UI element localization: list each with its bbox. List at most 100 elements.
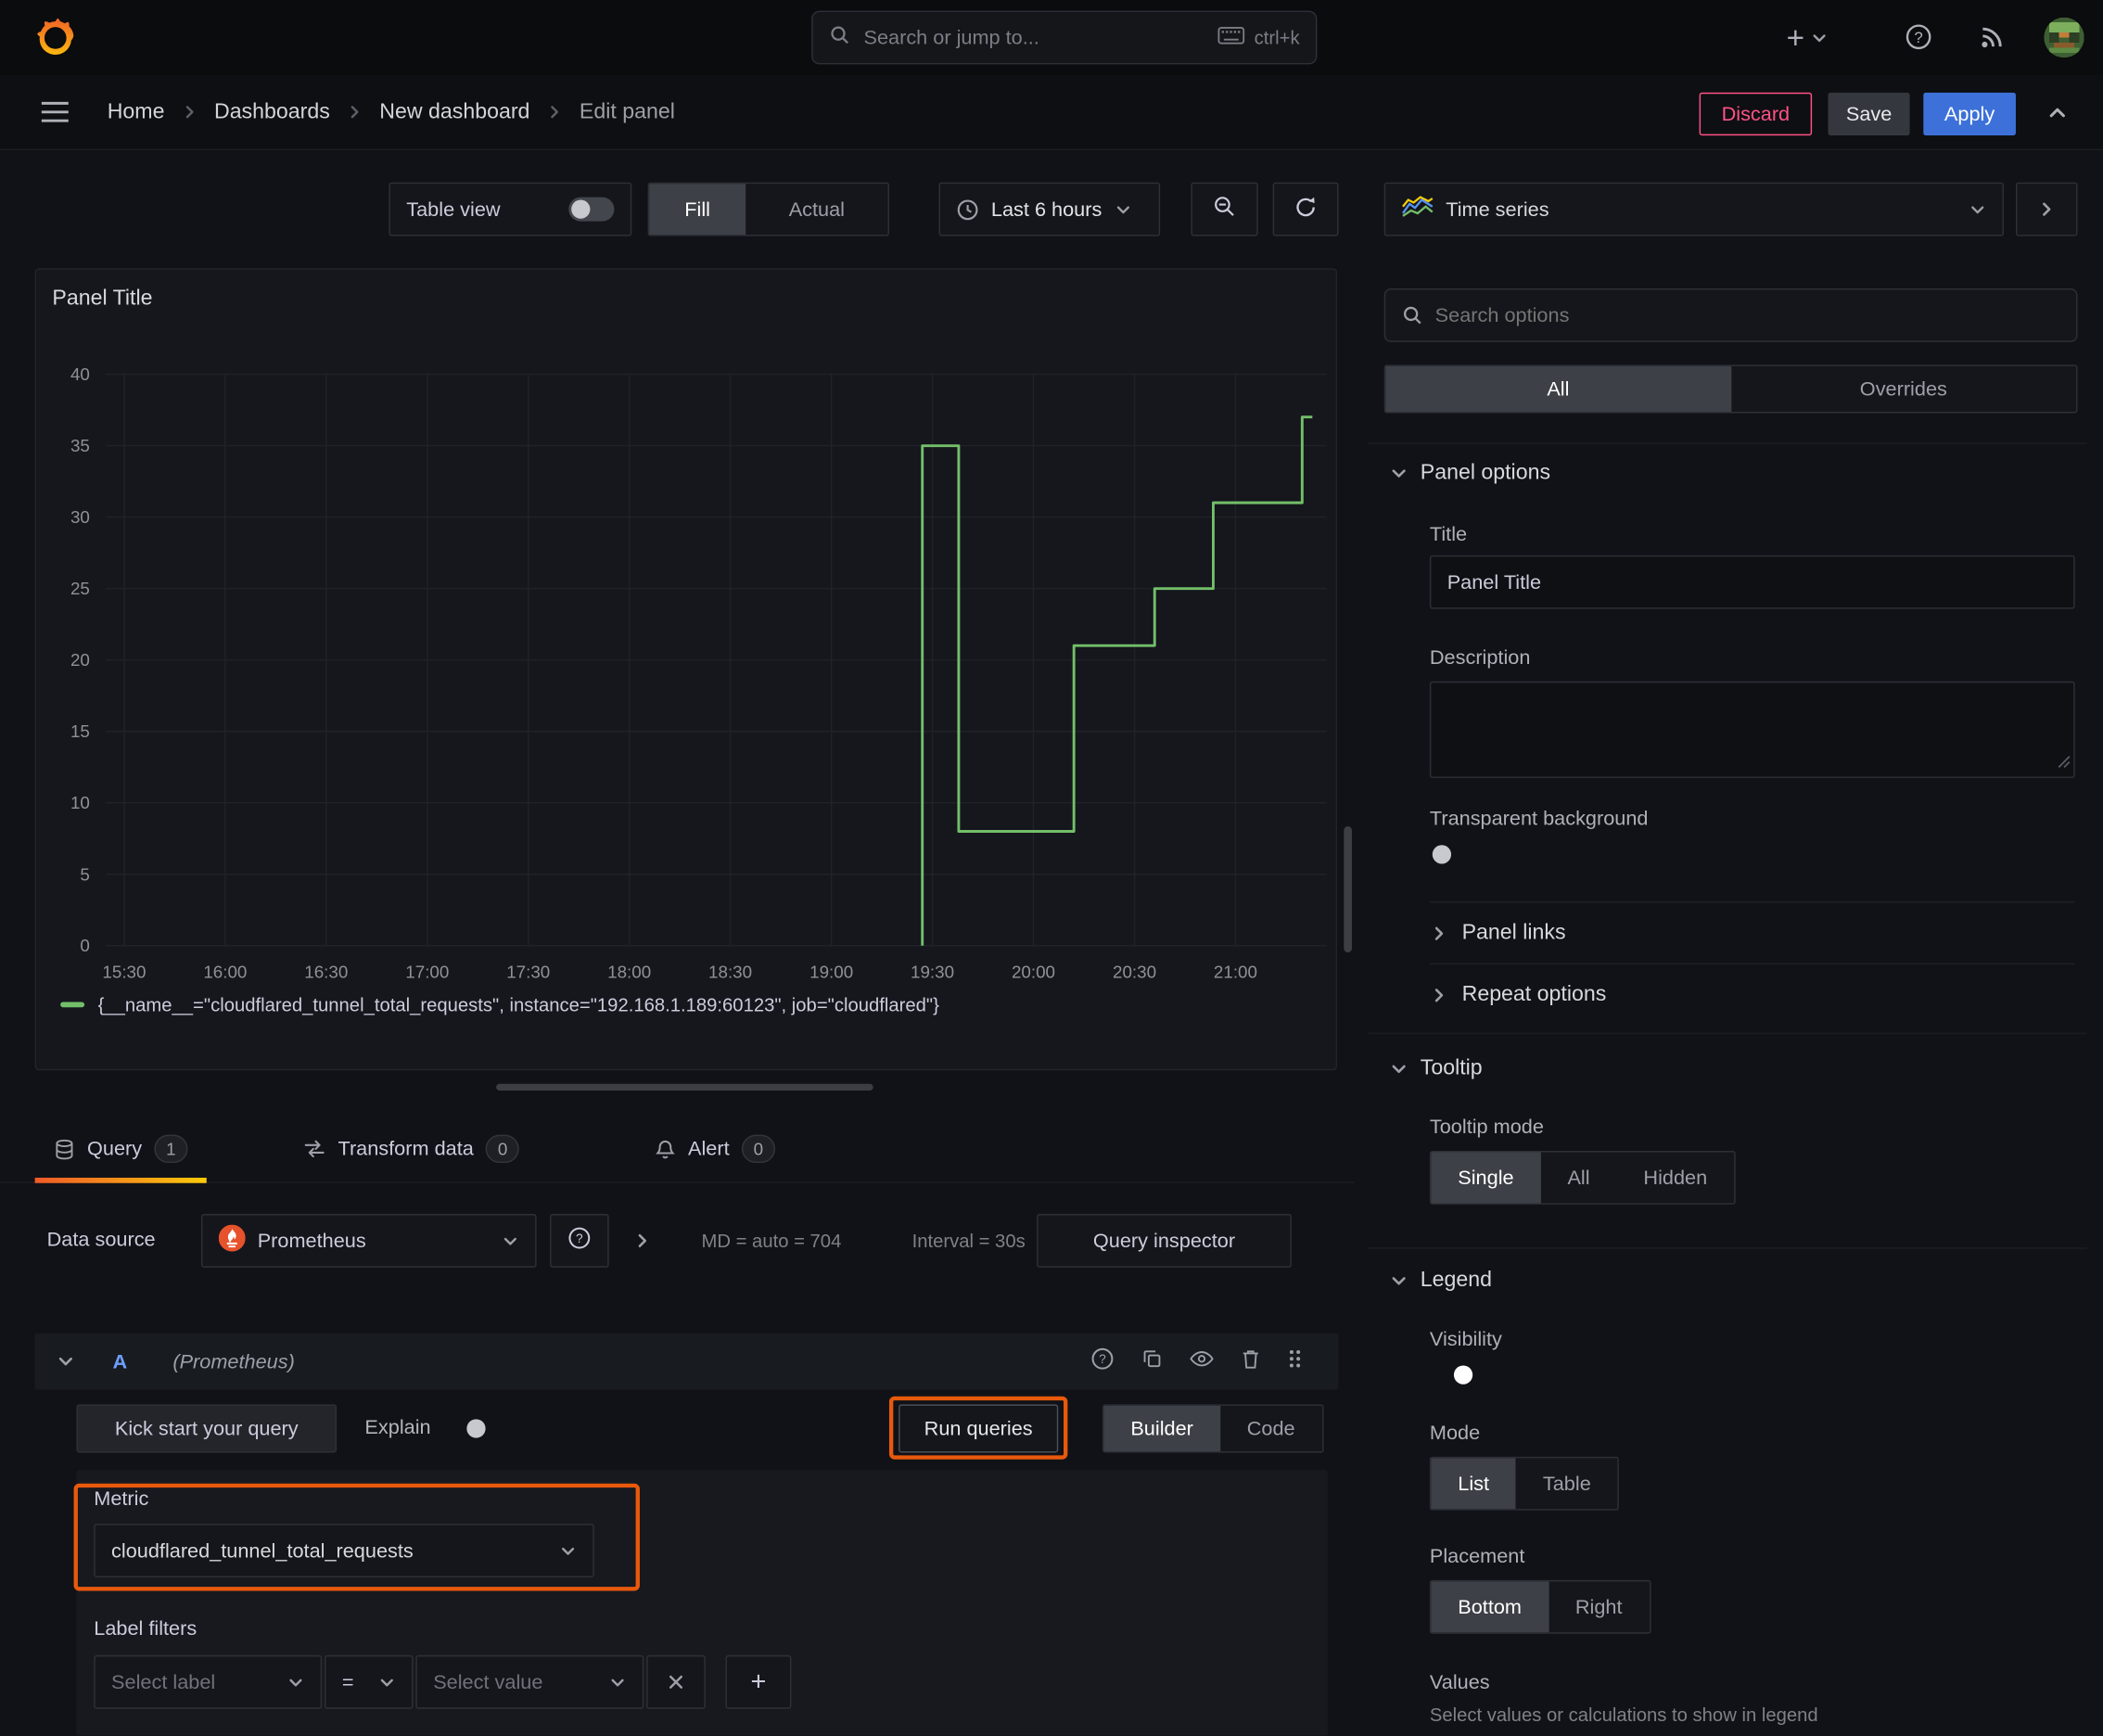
drag-handle-icon[interactable] (1288, 1348, 1301, 1375)
zoom-out-button[interactable] (1191, 182, 1258, 236)
datasource-picker[interactable]: Prometheus (200, 1214, 537, 1268)
chevron-up-icon[interactable] (2046, 102, 2068, 123)
tooltip-heading: Tooltip (1420, 1056, 1483, 1080)
fill-option[interactable]: Fill (649, 184, 746, 236)
tooltip-single-option[interactable]: Single (1431, 1152, 1541, 1204)
global-search[interactable]: Search or jump to... ctrl+k (811, 10, 1318, 65)
legend-placement-bottom[interactable]: Bottom (1431, 1581, 1549, 1633)
description-textarea[interactable] (1429, 681, 2075, 778)
svg-text:16:30: 16:30 (304, 962, 348, 981)
panel-options-section-header[interactable]: Panel options (1390, 462, 1550, 486)
svg-text:16:00: 16:00 (203, 962, 247, 981)
remove-filter-button[interactable] (646, 1654, 706, 1709)
legend-heading: Legend (1420, 1269, 1492, 1292)
builder-option[interactable]: Builder (1103, 1405, 1220, 1452)
divider (1368, 1032, 2087, 1035)
eye-icon[interactable] (1190, 1349, 1214, 1373)
panel-resize-handle[interactable] (496, 1083, 873, 1091)
query-options-expand-icon[interactable] (633, 1232, 652, 1250)
table-view-toggle[interactable] (568, 197, 615, 222)
svg-text:17:30: 17:30 (506, 962, 550, 981)
help-icon[interactable]: ? (1905, 23, 1932, 51)
tab-alert[interactable]: Alert 0 (636, 1116, 795, 1181)
svg-text:0: 0 (80, 936, 89, 955)
legend-mode-switch: List Table (1429, 1456, 1620, 1511)
refresh-button[interactable] (1272, 182, 1339, 236)
legend-series-label[interactable]: {__name__="cloudflared_tunnel_total_requ… (98, 994, 939, 1015)
tab-transform-data[interactable]: Transform data 0 (285, 1116, 539, 1181)
prometheus-icon (218, 1224, 246, 1257)
options-search-input[interactable] (1434, 303, 2060, 327)
add-filter-button[interactable]: + (725, 1654, 792, 1709)
chevron-right-icon (546, 103, 564, 121)
news-icon[interactable] (1980, 24, 2005, 49)
kick-start-query-button[interactable]: Kick start your query (76, 1404, 338, 1453)
panel-links-section[interactable]: Panel links (1429, 901, 2075, 964)
breadcrumb-current: Edit panel (579, 99, 675, 123)
apply-button[interactable]: Apply (1923, 92, 2016, 136)
legend-mode-list[interactable]: List (1431, 1458, 1516, 1510)
svg-text:20: 20 (70, 650, 90, 670)
code-option[interactable]: Code (1220, 1406, 1322, 1451)
chevron-down-icon (1114, 200, 1131, 218)
help-icon[interactable]: ? (1090, 1347, 1115, 1376)
breadcrumb-dashboards[interactable]: Dashboards (214, 100, 330, 124)
grafana-logo[interactable] (32, 15, 78, 66)
add-menu-button[interactable]: + (1787, 11, 1829, 65)
svg-text:25: 25 (70, 579, 90, 598)
time-range-label: Last 6 hours (990, 198, 1102, 221)
description-label: Description (1429, 646, 1531, 670)
run-queries-button[interactable]: Run queries (899, 1404, 1059, 1453)
description-field-wrap (1429, 681, 2075, 778)
legend-placement-right[interactable]: Right (1549, 1581, 1650, 1632)
table-view-toggle-control[interactable]: Table view (389, 182, 632, 236)
user-avatar[interactable] (2044, 17, 2084, 58)
breadcrumb-home[interactable]: Home (108, 100, 165, 124)
datasource-name: Prometheus (257, 1229, 366, 1253)
tooltip-section-header[interactable]: Tooltip (1390, 1057, 1483, 1081)
save-button[interactable]: Save (1828, 92, 1910, 136)
discard-button[interactable]: Discard (1699, 92, 1813, 136)
duplicate-query-icon[interactable] (1141, 1348, 1163, 1375)
repeat-options-section[interactable]: Repeat options (1429, 963, 2075, 1026)
options-search[interactable] (1383, 287, 2078, 342)
trash-icon[interactable] (1241, 1348, 1261, 1375)
tab-query-label: Query (87, 1137, 143, 1161)
svg-text:15:30: 15:30 (102, 962, 146, 981)
tab-query[interactable]: Query 1 (34, 1116, 208, 1183)
select-label-dropdown[interactable]: Select label (94, 1654, 323, 1709)
time-range-picker[interactable]: Last 6 hours (938, 182, 1161, 236)
query-inspector-button[interactable]: Query inspector (1037, 1214, 1292, 1268)
search-icon (1402, 304, 1423, 326)
actual-option[interactable]: Actual (746, 184, 887, 235)
visualization-picker[interactable]: Time series (1383, 182, 2004, 236)
query-row-header[interactable]: A (Prometheus) ? (34, 1333, 1339, 1390)
resize-handle-icon[interactable] (2058, 751, 2071, 774)
legend-mode-table[interactable]: Table (1516, 1458, 1618, 1509)
collapse-options-pane-button[interactable] (2015, 182, 2078, 236)
panel-title[interactable]: Panel Title (52, 287, 152, 312)
query-ref-id: A (112, 1349, 128, 1373)
title-label: Title (1429, 523, 1468, 546)
panel-title-input[interactable] (1429, 555, 2075, 609)
breadcrumb-new-dashboard[interactable]: New dashboard (379, 100, 529, 124)
datasource-help-button[interactable]: ? (550, 1214, 609, 1268)
select-value-dropdown[interactable]: Select value (415, 1654, 644, 1709)
tooltip-hidden-option[interactable]: Hidden (1616, 1152, 1734, 1203)
query-row-datasource: (Prometheus) (172, 1349, 295, 1373)
chevron-right-icon (2037, 200, 2056, 219)
svg-text:35: 35 (70, 436, 90, 455)
max-data-points-text: MD = auto = 704 (701, 1230, 842, 1252)
legend-section-header[interactable]: Legend (1390, 1269, 1492, 1293)
options-tab-all[interactable]: All (1385, 365, 1731, 413)
timeseries-chart[interactable]: 0 5 10 15 20 25 30 35 40 15:30 16:00 16:30 17:00 17:3… (36, 331, 1338, 1002)
tooltip-all-option[interactable]: All (1541, 1152, 1617, 1203)
vertical-scrollbar[interactable] (1344, 826, 1353, 952)
metric-select[interactable]: cloudflared_tunnel_total_requests (94, 1524, 594, 1578)
chart-legend[interactable]: {__name__="cloudflared_tunnel_total_requ… (60, 994, 939, 1015)
chevron-down-icon[interactable] (57, 1352, 75, 1371)
interval-text: Interval = 30s (911, 1230, 1026, 1252)
menu-toggle-icon[interactable] (40, 100, 70, 123)
operator-dropdown[interactable]: = (325, 1654, 414, 1709)
options-tab-overrides[interactable]: Overrides (1731, 366, 2076, 412)
